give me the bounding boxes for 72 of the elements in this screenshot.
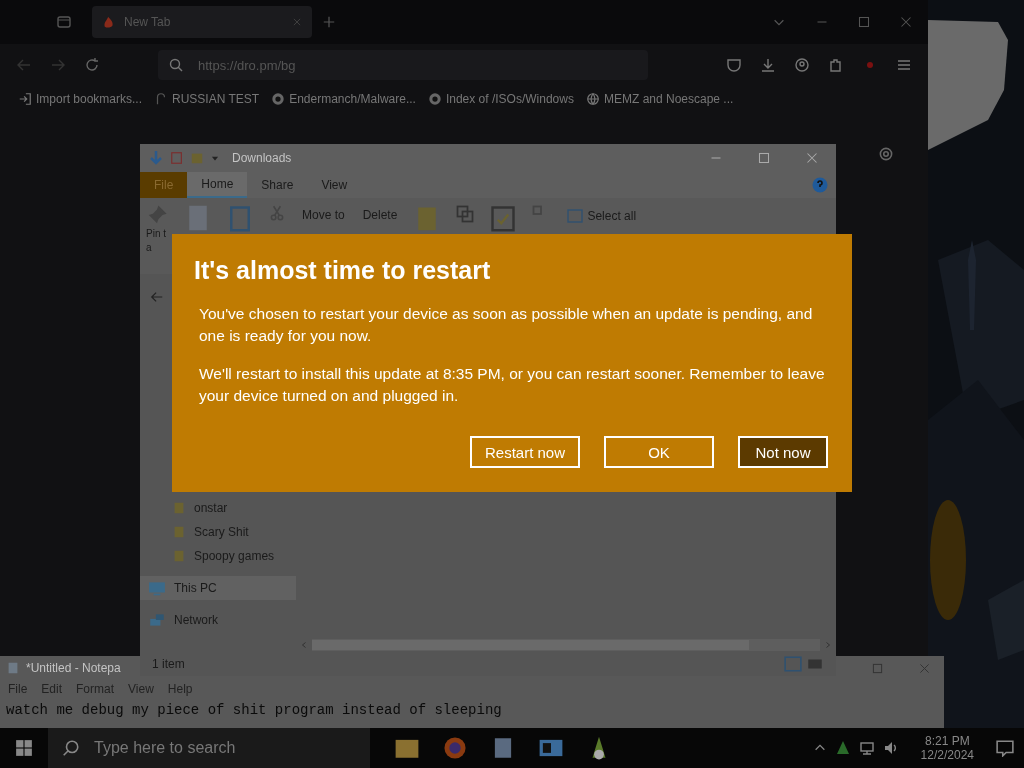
nav-item[interactable]: This PC xyxy=(140,576,296,600)
maximize-icon[interactable] xyxy=(858,16,870,28)
search-icon xyxy=(62,739,80,757)
ribbon-tab[interactable]: Share xyxy=(247,172,308,198)
dialog-button[interactable]: Not now xyxy=(738,436,828,468)
plus-icon[interactable] xyxy=(322,15,336,29)
search-field[interactable]: Type here to search xyxy=(48,728,370,768)
folder-icon xyxy=(172,525,186,539)
select-all-button[interactable]: Select all xyxy=(565,204,639,228)
circle-logo-icon xyxy=(271,92,286,106)
ribbon-label: Pin t xyxy=(146,228,166,240)
dialog-button[interactable]: OK xyxy=(604,436,714,468)
tab-list-icon[interactable] xyxy=(56,14,72,30)
scroll-right-icon[interactable] xyxy=(824,641,832,649)
forward-icon[interactable] xyxy=(50,57,66,73)
nav-item[interactable]: Network xyxy=(140,608,296,632)
text-content[interactable]: watch me debug my piece of shit program instead of sleeping xyxy=(0,698,944,722)
bookmark[interactable]: RUSSIAN TEST xyxy=(154,92,260,106)
back-icon[interactable] xyxy=(150,290,164,304)
notification-icon[interactable] xyxy=(996,739,1014,757)
bookmark[interactable]: Index of /ISOs/Windows xyxy=(427,92,574,106)
windows-icon[interactable] xyxy=(15,739,33,757)
menu-icon[interactable] xyxy=(896,57,912,73)
reload-icon[interactable] xyxy=(84,57,100,73)
close-icon[interactable] xyxy=(900,16,912,28)
close-icon[interactable] xyxy=(292,17,302,27)
copy-icon[interactable] xyxy=(455,204,476,224)
search-icon xyxy=(168,57,184,73)
download-icon[interactable] xyxy=(760,57,776,73)
select-all-icon xyxy=(567,208,584,224)
window-title: Downloads xyxy=(232,151,292,165)
dialog-text: We'll restart to install this update at 8:35 PM, or you can restart sooner. Remember to leave your device turned on and plugged in. xyxy=(199,364,826,406)
ribbon-tab[interactable]: Home xyxy=(187,172,248,198)
checkmark-document-icon[interactable] xyxy=(489,204,518,232)
folder-icon xyxy=(172,501,186,515)
circle-logo-icon xyxy=(427,92,442,106)
close-icon[interactable] xyxy=(806,152,818,164)
maximize-icon[interactable] xyxy=(758,152,770,164)
globe-icon xyxy=(585,92,600,106)
back-icon[interactable] xyxy=(16,57,32,73)
settings-icon[interactable] xyxy=(877,145,895,163)
computer-icon xyxy=(148,579,166,597)
clock-date: 12/2/2024 xyxy=(920,748,974,762)
window-title: *Untitled - Notepa xyxy=(26,661,121,675)
network-icon xyxy=(148,611,166,629)
volume-icon[interactable] xyxy=(882,740,899,756)
account-icon[interactable] xyxy=(794,57,810,73)
move-to-button[interactable]: Move to xyxy=(300,204,347,226)
dialog-title: It's almost time to restart xyxy=(194,256,492,285)
nav-item[interactable]: onstar xyxy=(140,496,296,520)
nav-item[interactable]: Spoopy games xyxy=(140,544,296,568)
import-icon xyxy=(18,92,32,106)
tab-title: New Tab xyxy=(124,15,172,29)
bookmark[interactable]: Import bookmarks... xyxy=(18,92,143,106)
dialog-button[interactable]: Restart now xyxy=(470,436,580,468)
scroll-left-icon[interactable] xyxy=(300,641,308,649)
dialog-text: You've chosen to restart your device as soon as possible when an update is pending, and one is ready for you now. xyxy=(199,304,814,346)
ribbon-tab[interactable]: View xyxy=(307,172,362,198)
folder-icon xyxy=(172,549,186,563)
status-text: 1 item xyxy=(152,657,185,671)
address-field[interactable]: https://dro.pm/bg xyxy=(158,50,648,80)
help-icon[interactable] xyxy=(812,177,828,193)
maximize-icon[interactable] xyxy=(872,662,883,674)
network-icon[interactable] xyxy=(858,740,875,756)
nav-item[interactable]: Scary Shit xyxy=(140,520,296,544)
bookmark[interactable]: Endermanch/Malware... xyxy=(271,92,416,106)
bookmark[interactable]: MEMZ and Noescape ... xyxy=(585,92,734,106)
browser-tab[interactable]: New Tab xyxy=(92,6,312,38)
close-icon[interactable] xyxy=(919,662,930,674)
delete-button[interactable]: Delete xyxy=(360,204,400,226)
clock-time: 8:21 PM xyxy=(924,734,970,748)
pocket-icon[interactable] xyxy=(726,57,742,73)
